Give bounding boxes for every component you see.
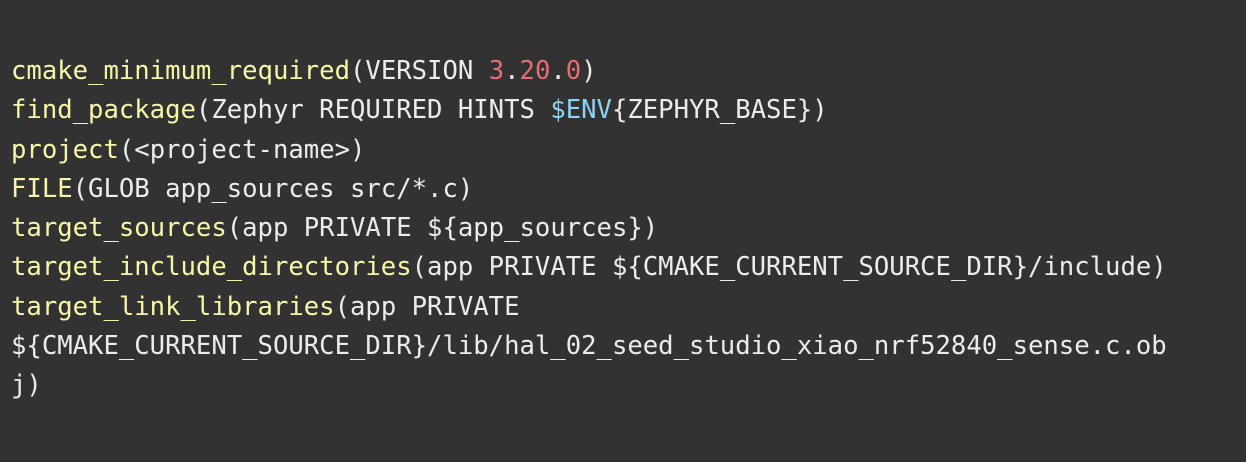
code-line-1: cmake_minimum_required(VERSION 3.20.0): [11, 52, 1246, 91]
env-variable: $ENV: [550, 95, 612, 126]
function-name: FILE: [11, 173, 73, 204]
code-line-3: project(<project-name>): [11, 131, 1246, 170]
code-args: (app PRIVATE ${CMAKE_CURRENT_SOURCE_DIR}…: [411, 252, 1167, 283]
code-args: (GLOB app_sources src/*.c): [72, 173, 474, 204]
code-args: ${CMAKE_CURRENT_SOURCE_DIR}/lib/hal_02_s…: [11, 331, 1167, 362]
code-args: (app PRIVATE: [334, 291, 520, 322]
version-number-major: 3: [488, 56, 505, 86]
version-number-minor: 20: [519, 56, 551, 86]
code-args-close: ): [581, 56, 597, 86]
function-name: project: [11, 134, 119, 165]
version-separator: .: [504, 56, 520, 86]
code-line-9: j): [11, 366, 1246, 405]
function-name: cmake_minimum_required: [11, 56, 350, 86]
code-args: j): [11, 370, 42, 401]
code-line-5: target_sources(app PRIVATE ${app_sources…: [11, 209, 1246, 248]
code-args: (Zephyr REQUIRED HINTS: [195, 95, 551, 126]
code-args: (app PRIVATE ${app_sources}): [226, 213, 659, 244]
version-separator: .: [550, 56, 566, 86]
function-name: target_sources: [11, 213, 227, 244]
function-name: target_include_directories: [11, 252, 412, 283]
code-block: cmake_minimum_required(VERSION 3.20.0) f…: [0, 0, 1246, 462]
function-name: find_package: [11, 95, 196, 126]
function-name: target_link_libraries: [11, 291, 335, 322]
code-line-7: target_link_libraries(app PRIVATE: [11, 288, 1246, 327]
version-number-patch: 0: [565, 56, 582, 86]
code-args-close: {ZEPHYR_BASE}): [611, 95, 828, 126]
code-args: (<project-name>): [118, 134, 366, 165]
code-line-2: find_package(Zephyr REQUIRED HINTS $ENV{…: [11, 91, 1246, 130]
code-line-8: ${CMAKE_CURRENT_SOURCE_DIR}/lib/hal_02_s…: [11, 327, 1246, 366]
code-args: (VERSION: [350, 56, 489, 86]
code-line-4: FILE(GLOB app_sources src/*.c): [11, 170, 1246, 209]
code-line-6: target_include_directories(app PRIVATE $…: [11, 248, 1246, 287]
